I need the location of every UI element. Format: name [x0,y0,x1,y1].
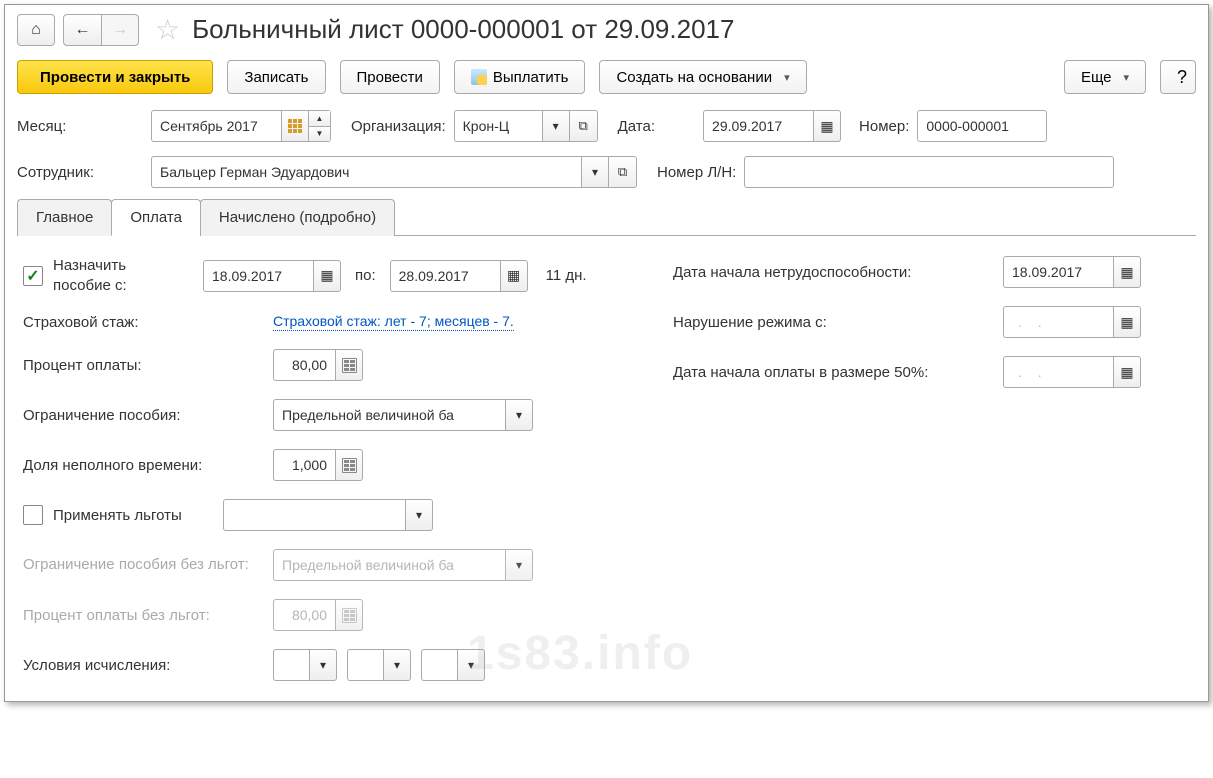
from-calendar-icon[interactable]: ▦ [313,260,341,292]
employee-field[interactable]: Бальцер Герман Эдуардович ▾ [151,156,637,188]
violation-label: Нарушение режима с: [673,314,993,331]
pay-icon [471,69,487,85]
write-button[interactable]: Записать [227,60,325,94]
cond-dropdown-3-icon[interactable]: ▾ [457,649,485,681]
tab-main[interactable]: Главное [17,199,112,236]
disab-start-field[interactable]: 18.09.2017 ▦ [1003,256,1141,288]
limit-field[interactable]: Предельной величиной ба ▾ [273,399,533,431]
date-label: Дата: [618,118,655,135]
tabs: Главное Оплата Начислено (подробно) [17,198,1196,236]
violation-field[interactable]: . . ▦ [1003,306,1141,338]
percent-no-label: Процент оплаты без льгот: [23,607,263,624]
cond-field-3[interactable]: ▾ [421,649,485,681]
post-button[interactable]: Провести [340,60,440,94]
half-calendar-icon[interactable]: ▦ [1113,356,1141,388]
more-button[interactable]: Еще [1064,60,1146,94]
number-field[interactable]: 0000-000001 [917,110,1047,142]
home-button[interactable]: ⌂ [17,14,55,46]
month-spinner[interactable]: ▲▼ [309,110,331,142]
assign-label: Назначить пособие с: [53,256,153,295]
disab-start-calendar-icon[interactable]: ▦ [1113,256,1141,288]
limit-no-dropdown-icon: ▾ [505,549,533,581]
violation-calendar-icon[interactable]: ▦ [1113,306,1141,338]
benefits-label: Применять льготы [53,507,213,524]
part-calc-icon[interactable] [335,449,363,481]
half-label: Дата начала оплаты в размере 50%: [673,364,993,381]
cond-label: Условия исчисления: [23,657,263,674]
to-date-field[interactable]: 28.09.2017 ▦ [390,260,528,292]
disab-start-label: Дата начала нетрудоспособности: [673,264,993,281]
limit-no-label: Ограничение пособия без льгот: [23,555,263,575]
post-and-close-button[interactable]: Провести и закрыть [17,60,213,94]
org-dropdown-icon[interactable]: ▾ [542,110,570,142]
cond-dropdown-2-icon[interactable]: ▾ [383,649,411,681]
date-field[interactable]: 29.09.2017 ▦ [703,110,841,142]
to-calendar-icon[interactable]: ▦ [500,260,528,292]
cond-field-1[interactable]: ▾ [273,649,337,681]
create-based-button[interactable]: Создать на основании [599,60,806,94]
part-field[interactable]: 1,000 [273,449,363,481]
from-date-field[interactable]: 18.09.2017 ▦ [203,260,341,292]
month-grid-icon[interactable] [281,110,309,142]
help-button[interactable]: ? [1160,60,1196,94]
limit-no-field: Предельной величиной ба ▾ [273,549,533,581]
cond-field-2[interactable]: ▾ [347,649,411,681]
org-field[interactable]: Крон-Ц ▾ [454,110,598,142]
days-label: 11 дн. [546,267,587,284]
page-title: Больничный лист 0000-000001 от 29.09.201… [192,14,734,45]
benefits-field[interactable]: ▾ [223,499,433,531]
benefits-checkbox[interactable] [23,505,43,525]
benefits-dropdown-icon[interactable]: ▾ [405,499,433,531]
part-label: Доля неполного времени: [23,457,263,474]
cond-dropdown-1-icon[interactable]: ▾ [309,649,337,681]
half-field[interactable]: . . ▦ [1003,356,1141,388]
org-open-icon[interactable] [570,110,598,142]
assign-checkbox[interactable] [23,266,43,286]
limit-dropdown-icon[interactable]: ▾ [505,399,533,431]
stage-link[interactable]: Страховой стаж: лет - 7; месяцев - 7. [273,313,514,331]
percent-no-field: 80,00 [273,599,363,631]
employee-dropdown-icon[interactable]: ▾ [581,156,609,188]
ln-field[interactable] [744,156,1114,188]
tab-payment[interactable]: Оплата [111,199,201,236]
org-label: Организация: [351,118,446,135]
back-button[interactable]: ← [63,14,101,46]
month-field[interactable]: Сентябрь 2017 ▲▼ [151,110,331,142]
pay-button[interactable]: Выплатить [454,60,586,94]
percent-label: Процент оплаты: [23,357,263,374]
tab-accrued[interactable]: Начислено (подробно) [200,199,395,236]
to-label: по: [355,267,376,284]
number-label: Номер: [859,118,909,135]
stage-label: Страховой стаж: [23,314,263,331]
percent-field[interactable]: 80,00 [273,349,363,381]
employee-open-icon[interactable] [609,156,637,188]
month-label: Месяц: [17,118,143,135]
forward-button: → [101,14,139,46]
percent-no-calc-icon [335,599,363,631]
ln-label: Номер Л/Н: [657,164,736,181]
employee-label: Сотрудник: [17,164,143,181]
favorite-icon[interactable]: ☆ [155,13,180,46]
date-calendar-icon[interactable]: ▦ [813,110,841,142]
percent-calc-icon[interactable] [335,349,363,381]
limit-label: Ограничение пособия: [23,407,263,424]
